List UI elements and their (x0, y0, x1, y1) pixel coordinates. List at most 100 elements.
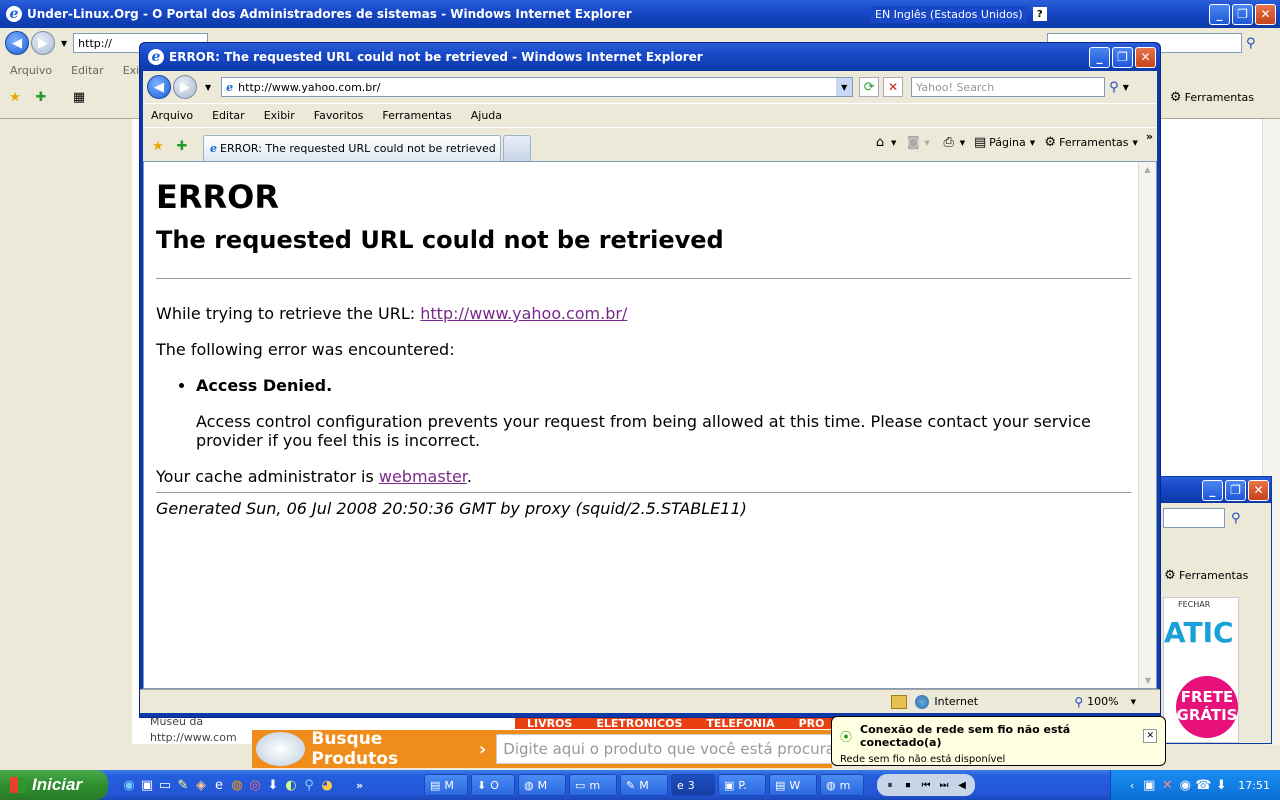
quicklaunch-icon-5[interactable]: ◈ (192, 776, 210, 794)
quicklaunch-icon-11[interactable]: ⚲ (300, 776, 318, 794)
task-button-9[interactable]: ◍ m (820, 774, 864, 796)
bg-forward-icon[interactable]: ▶ (31, 31, 55, 55)
quicklaunch-ie-icon[interactable]: e (210, 776, 228, 794)
main-window-title-bar[interactable]: e ERROR: The requested URL could not be … (140, 43, 1160, 71)
zoom-dropdown-icon[interactable]: ▼ (1131, 698, 1136, 706)
webmaster-link[interactable]: webmaster (379, 467, 467, 486)
quicklaunch-icon-1[interactable]: ◉ (120, 776, 138, 794)
requested-url-link[interactable]: http://www.yahoo.com.br/ (420, 304, 627, 323)
task-button-8[interactable]: ▤ W (769, 774, 817, 796)
feeds-dropdown-icon[interactable]: ▼ (924, 139, 929, 147)
bg2-maximize-button[interactable]: ❐ (1225, 479, 1246, 501)
nav-history-dropdown-icon[interactable]: ▼ (205, 83, 211, 92)
search-dropdown-icon[interactable]: ▼ (1123, 83, 1129, 92)
bg-back-icon[interactable]: ◀ (5, 31, 29, 55)
bg-tools-label[interactable]: Ferramentas (1185, 91, 1254, 104)
tools-menu-label[interactable]: Ferramentas (1059, 136, 1128, 149)
bg2-close-button[interactable]: ✕ (1248, 479, 1269, 501)
search-input[interactable]: Yahoo! Search (911, 77, 1106, 97)
bg-add-favorite-icon[interactable]: ✚ (32, 88, 50, 106)
media-stop-icon[interactable]: ⏹ (899, 776, 917, 794)
add-favorite-icon[interactable]: ✚ (173, 137, 191, 155)
print-icon[interactable]: ⎙ (940, 134, 958, 152)
tools-dropdown-icon[interactable]: ▼ (1133, 139, 1138, 147)
task-button-4[interactable]: ▭ m (569, 774, 617, 796)
quicklaunch-icon-3[interactable]: ▭ (156, 776, 174, 794)
scroll-up-icon[interactable]: ▲ (1139, 165, 1156, 174)
menu-ferramentas[interactable]: Ferramentas (382, 109, 451, 122)
wireless-notification[interactable]: ⦿ Conexão de rede sem fio não está conec… (831, 716, 1166, 766)
quicklaunch-overflow-icon[interactable]: » (356, 779, 363, 792)
ad-tab-livros[interactable]: LIVROS (515, 717, 584, 729)
tray-expand-icon[interactable]: ‹ (1130, 779, 1134, 792)
bg-quick-tabs-icon[interactable]: ▦ (70, 88, 88, 106)
bg-favorites-star-icon[interactable]: ★ (6, 88, 24, 106)
bg2-title-bar[interactable]: _ ❐ ✕ (1161, 477, 1271, 503)
ad-tab-pro[interactable]: PRO (787, 717, 837, 729)
task-button-5[interactable]: ✎ M (620, 774, 668, 796)
bg2-tools-gear-icon[interactable]: ⚙ (1161, 566, 1179, 584)
page-menu-icon[interactable]: ▤ (971, 134, 989, 152)
tray-wireless-icon[interactable]: ✕ (1158, 776, 1176, 794)
media-next-icon[interactable]: ⏭ (935, 776, 953, 794)
bg-menu-arquivo[interactable]: Arquivo (10, 64, 52, 77)
new-tab-button[interactable] (503, 135, 531, 161)
bg2-search-icon[interactable]: ⚲ (1231, 511, 1241, 526)
minimize-button[interactable]: _ (1089, 46, 1110, 68)
forward-icon[interactable]: ▶ (173, 75, 197, 99)
busque-input[interactable]: Digite aqui o produto que você está proc… (496, 734, 833, 764)
toolbar-overflow-icon[interactable]: » (1146, 130, 1153, 143)
quicklaunch-icon-9[interactable]: ⬇ (264, 776, 282, 794)
bg-menu-editar[interactable]: Editar (71, 64, 104, 77)
home-dropdown-icon[interactable]: ▼ (891, 139, 896, 147)
busque-arrow-icon[interactable]: › (479, 739, 486, 760)
start-button[interactable]: Iniciar (0, 770, 108, 800)
bg-close-button[interactable]: ✕ (1255, 3, 1276, 25)
tab-current[interactable]: e ERROR: The requested URL could not be … (203, 135, 501, 161)
task-button-2[interactable]: ⬇ O (471, 774, 515, 796)
quicklaunch-icon-8[interactable]: ◎ (246, 776, 264, 794)
ad-tab-telefonia[interactable]: TELEFONIA (694, 717, 786, 729)
close-button[interactable]: ✕ (1135, 46, 1156, 68)
bg2-tools-label[interactable]: Ferramentas (1179, 569, 1248, 582)
quicklaunch-icon-4[interactable]: ✎ (174, 776, 192, 794)
bg2-search-input[interactable] (1163, 508, 1225, 528)
feeds-icon[interactable]: ◙ (904, 134, 922, 152)
vertical-scrollbar[interactable]: ▲ ▼ (1138, 162, 1156, 688)
language-indicator[interactable]: EN Inglês (Estados Unidos) (871, 5, 1027, 23)
bg2-minimize-button[interactable]: _ (1202, 479, 1223, 501)
bg-tools-gear-icon[interactable]: ⚙ (1167, 88, 1185, 106)
bg-search-icon[interactable]: ⚲ (1246, 36, 1266, 51)
home-icon[interactable]: ⌂ (871, 134, 889, 152)
menu-exibir[interactable]: Exibir (264, 109, 295, 122)
menu-editar[interactable]: Editar (212, 109, 245, 122)
page-dropdown-icon[interactable]: ▼ (1030, 139, 1035, 147)
ad-tab-eletronicos[interactable]: ELETRÔNICOS (584, 717, 694, 729)
media-pause-icon[interactable]: ⏸ (881, 776, 899, 794)
print-dropdown-icon[interactable]: ▼ (960, 139, 965, 147)
bg-maximize-button[interactable]: ❐ (1232, 3, 1253, 25)
search-icon[interactable]: ⚲ (1109, 80, 1119, 95)
menu-arquivo[interactable]: Arquivo (151, 109, 193, 122)
refresh-icon[interactable]: ⟳ (859, 77, 880, 97)
fechar-link[interactable]: FECHAR (1178, 600, 1210, 609)
quicklaunch-firefox-icon[interactable]: ◍ (228, 776, 246, 794)
zoom-icon[interactable]: ⚲ (1074, 695, 1083, 709)
task-button-ie-group[interactable]: e 3 (671, 774, 715, 796)
tray-icon-3[interactable]: ◉ (1176, 776, 1194, 794)
maximize-button[interactable]: ❐ (1112, 46, 1133, 68)
tray-network-icon[interactable]: ▣ (1140, 776, 1158, 794)
quicklaunch-icon-12[interactable]: ◕ (318, 776, 336, 794)
favorites-star-icon[interactable]: ★ (149, 137, 167, 155)
media-volume-icon[interactable]: ◀ (953, 776, 971, 794)
language-help-icon[interactable]: ? (1032, 7, 1047, 21)
quicklaunch-icon-10[interactable]: ◐ (282, 776, 300, 794)
task-button-3[interactable]: ◍ M (518, 774, 566, 796)
stop-icon[interactable]: ✕ (883, 77, 904, 97)
back-icon[interactable]: ◀ (147, 75, 171, 99)
tools-gear-icon[interactable]: ⚙ (1041, 134, 1059, 152)
bg-minimize-button[interactable]: _ (1209, 3, 1230, 25)
menu-favoritos[interactable]: Favoritos (314, 109, 364, 122)
address-dropdown-icon[interactable]: ▼ (836, 78, 853, 96)
protected-mode-icon[interactable] (891, 694, 908, 709)
